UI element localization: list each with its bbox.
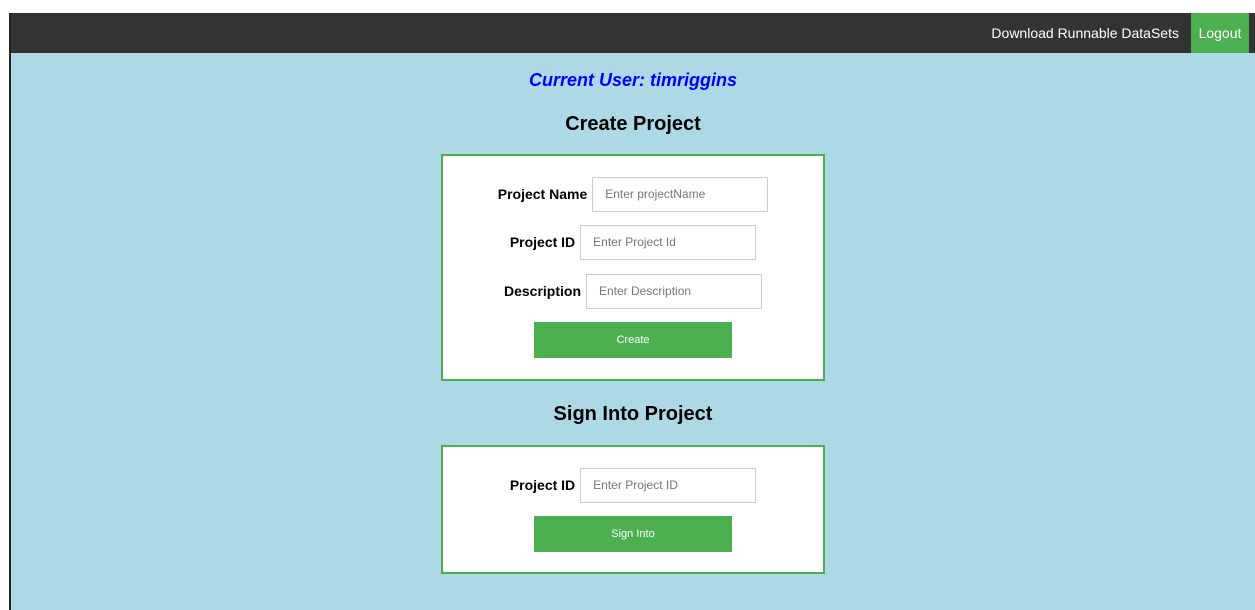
description-input[interactable] (586, 273, 762, 309)
description-label: Description (503, 283, 581, 299)
logout-button[interactable]: Logout (1191, 13, 1249, 53)
download-datasets-link[interactable]: Download Runnable DataSets (991, 13, 1179, 53)
project-id-row: Project ID (443, 224, 823, 260)
sign-into-project-heading: Sign Into Project (553, 403, 713, 425)
project-id-input[interactable] (580, 224, 757, 260)
signin-project-id-row: Project ID (443, 467, 823, 503)
project-id-label: Project ID (509, 234, 576, 250)
sign-into-project-form: Project ID Sign Into (441, 445, 825, 574)
project-name-label: Project Name (497, 186, 588, 202)
create-button[interactable]: Create (534, 322, 732, 358)
project-name-row: Project Name (443, 176, 823, 212)
sign-into-button[interactable]: Sign Into (534, 516, 732, 552)
signin-project-id-input[interactable] (580, 467, 757, 503)
current-user-heading: Current User: timriggins (528, 70, 738, 90)
top-navbar: Download Runnable DataSets Logout (11, 13, 1255, 53)
app-frame: Download Runnable DataSets Logout Curren… (9, 13, 1255, 610)
create-project-heading: Create Project (565, 113, 701, 135)
description-row: Description (443, 273, 823, 309)
project-name-input[interactable] (592, 176, 769, 212)
signin-project-id-label: Project ID (509, 477, 576, 493)
create-project-form: Project Name Project ID Description Crea… (441, 154, 825, 381)
